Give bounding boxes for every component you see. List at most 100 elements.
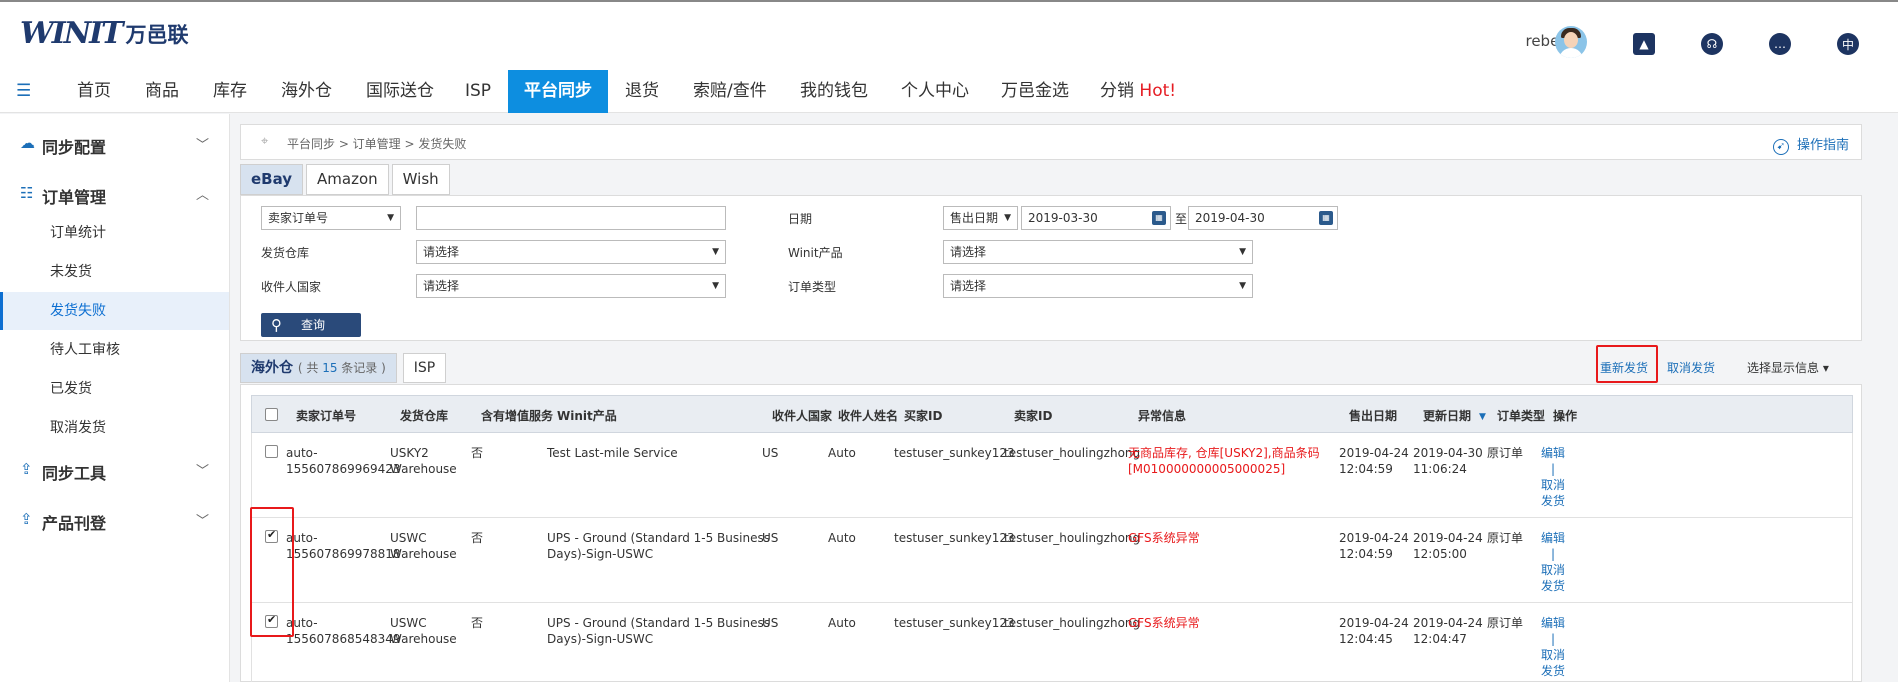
date-from-input[interactable]: 2019-03-30 ▦ xyxy=(1021,206,1171,230)
language-icon[interactable]: 中 xyxy=(1837,33,1859,55)
col-order-type[interactable]: 订单类型 xyxy=(1497,407,1545,424)
warehouse-select[interactable]: 请选择 ▼ xyxy=(416,240,726,264)
search-icon: ⚲ xyxy=(271,316,282,334)
cell-seller-id: testuser_houlingzhong xyxy=(1004,446,1141,460)
winit-product-select[interactable]: 请选择 ▼ xyxy=(943,240,1253,264)
list-icon: ☷ xyxy=(20,184,34,202)
row-actions[interactable]: 编辑 | 取消 发货 xyxy=(1541,445,1565,509)
cell-seller-id: testuser_houlingzhong xyxy=(1004,616,1141,630)
cancel-shipment-button[interactable]: 取消发货 xyxy=(1667,359,1715,376)
col-seller-id[interactable]: 卖家ID xyxy=(1014,407,1052,424)
nav-distribution[interactable]: 分销 Hot! xyxy=(1090,70,1186,113)
order-no-type-select[interactable]: 卖家订单号 ▼ xyxy=(261,206,401,230)
sidebar-item-ship-failed[interactable]: 发货失败 xyxy=(0,292,229,330)
nav-personal-center[interactable]: 个人中心 xyxy=(891,70,979,113)
orders-table: 卖家订单号 发货仓库 含有增值服务 Winit产品 收件人国家 收件人姓名 买家… xyxy=(240,384,1862,682)
row-actions[interactable]: 编辑 | 取消 发货 xyxy=(1541,615,1565,679)
sidebar-item-shipped[interactable]: 已发货 xyxy=(0,370,229,408)
nav-products[interactable]: 商品 xyxy=(135,70,189,113)
display-options-dropdown[interactable]: 选择显示信息 ▾ xyxy=(1747,359,1829,376)
date-to-input[interactable]: 2019-04-30 ▦ xyxy=(1188,206,1338,230)
select-value: 售出日期 xyxy=(950,211,999,225)
main-nav: ☰ 首页 商品 库存 海外仓 国际送仓 ISP 平台同步 退货 索赔/查件 我的… xyxy=(0,70,1898,113)
nav-winit-select[interactable]: 万邑金选 xyxy=(991,70,1079,113)
sidebar-item-order-stats[interactable]: 订单统计 xyxy=(0,214,229,252)
cell-error: 无商品库存, 仓库[USKY2],商品条码 [M0100000000050000… xyxy=(1128,446,1320,476)
nav-wallet[interactable]: 我的钱包 xyxy=(790,70,878,113)
col-vas[interactable]: 含有增值服务 xyxy=(481,407,553,424)
col-warehouse[interactable]: 发货仓库 xyxy=(400,407,448,424)
sidebar-group-label: 同步配置 xyxy=(42,138,107,157)
cell-sold-date: 2019-04-24 12:04:45 xyxy=(1339,616,1409,646)
col-error[interactable]: 异常信息 xyxy=(1138,407,1186,424)
select-all-checkbox[interactable] xyxy=(265,408,278,421)
row-checkbox[interactable] xyxy=(265,445,278,458)
row-actions[interactable]: 编辑 | 取消 发货 xyxy=(1541,530,1565,594)
sidebar-group-product-listing[interactable]: ⇪ 产品刊登 ﹀ xyxy=(0,504,230,534)
operation-guide-link[interactable]: ➹ 操作指南 xyxy=(1772,134,1849,155)
query-button[interactable]: ⚲ 查询 xyxy=(261,313,361,337)
warehouse-label: 发货仓库 xyxy=(261,246,310,260)
tab-isp[interactable]: ISP xyxy=(402,353,447,383)
cell-sold-date: 2019-04-24 12:04:59 xyxy=(1339,446,1409,476)
select-value: 卖家订单号 xyxy=(268,211,329,225)
calendar-icon[interactable]: ▦ xyxy=(1319,211,1333,225)
sidebar-item-cancel-shipment[interactable]: 取消发货 xyxy=(0,409,229,447)
col-sold-date[interactable]: 售出日期 xyxy=(1349,407,1397,424)
col-country[interactable]: 收件人国家 xyxy=(772,407,832,424)
col-seller-order-no[interactable]: 卖家订单号 xyxy=(296,407,356,424)
upload-icon[interactable]: ▲ xyxy=(1633,33,1655,55)
calendar-icon[interactable]: ▦ xyxy=(1152,211,1166,225)
date-to-value: 2019-04-30 xyxy=(1195,211,1265,225)
tab-amazon[interactable]: Amazon xyxy=(306,164,389,195)
record-count: ( 共 15 条记录 ) xyxy=(297,361,386,375)
highlight-box xyxy=(1596,345,1658,383)
cell-updated-date: 2019-04-30 11:06:24 xyxy=(1413,446,1483,476)
col-recipient[interactable]: 收件人姓名 xyxy=(838,407,898,424)
message-icon[interactable]: … xyxy=(1769,33,1791,55)
cell-error: GFS系统异常 xyxy=(1128,531,1200,545)
chevron-down-icon: ﹀ xyxy=(196,138,210,153)
order-type-select[interactable]: 请选择 ▼ xyxy=(943,274,1253,298)
cell-recipient: Auto xyxy=(828,531,856,545)
support-icon[interactable]: ☊ xyxy=(1701,33,1723,55)
sidebar-group-order-mgmt[interactable]: ☷ 订单管理 ︿ xyxy=(0,178,230,208)
cell-recipient: Auto xyxy=(828,446,856,460)
date-to-label: 至 xyxy=(1175,212,1188,226)
compass-icon: ➹ xyxy=(1772,139,1789,155)
country-select[interactable]: 请选择 ▼ xyxy=(416,274,726,298)
sidebar-item-manual-review[interactable]: 待人工审核 xyxy=(0,331,229,369)
col-updated-date[interactable]: 更新日期 xyxy=(1423,407,1471,424)
col-buyer-id[interactable]: 买家ID xyxy=(904,407,942,424)
nav-claims[interactable]: 索赔/查件 xyxy=(683,70,777,113)
nav-intl-delivery[interactable]: 国际送仓 xyxy=(356,70,444,113)
cell-product: UPS - Ground (Standard 1-5 Business Days… xyxy=(547,531,770,561)
tab-overseas-warehouse[interactable]: 海外仓 ( 共 15 条记录 ) xyxy=(240,353,397,383)
hot-badge: Hot! xyxy=(1139,81,1177,101)
order-no-input[interactable] xyxy=(416,206,726,230)
tab-ebay[interactable]: eBay xyxy=(240,164,304,195)
nav-home[interactable]: 首页 xyxy=(67,70,121,113)
sort-desc-icon[interactable]: ▼ xyxy=(1479,412,1486,422)
winit-logo[interactable]: WINIT 万邑联 xyxy=(20,16,189,51)
highlight-box xyxy=(250,507,294,637)
nav-returns[interactable]: 退货 xyxy=(615,70,669,113)
tab-wish[interactable]: Wish xyxy=(391,164,450,195)
nav-isp[interactable]: ISP xyxy=(455,70,501,113)
sidebar-item-unshipped[interactable]: 未发货 xyxy=(0,253,229,291)
sidebar-group-label: 订单管理 xyxy=(42,188,107,207)
date-type-select[interactable]: 售出日期 ▼ xyxy=(943,206,1018,230)
cell-country: US xyxy=(762,446,779,460)
col-winit-product[interactable]: Winit产品 xyxy=(557,407,617,424)
menu-toggle-icon[interactable]: ☰ xyxy=(16,83,34,100)
caret-down-icon: ▼ xyxy=(712,281,719,291)
chevron-down-icon: ﹀ xyxy=(196,514,210,529)
sidebar-group-sync-config[interactable]: ☁ 同步配置 ﹀ xyxy=(0,128,230,158)
table-row: auto- 155607869978818 USWC Warehouse 否 U… xyxy=(251,518,1853,603)
sidebar-group-sync-tools[interactable]: ⇪ 同步工具 ﹀ xyxy=(0,454,230,484)
nav-platform-sync[interactable]: 平台同步 xyxy=(508,70,608,113)
nav-overseas-warehouse[interactable]: 海外仓 xyxy=(271,70,342,113)
winit-product-label: Winit产品 xyxy=(788,246,843,260)
nav-inventory[interactable]: 库存 xyxy=(203,70,257,113)
avatar[interactable] xyxy=(1555,26,1587,58)
